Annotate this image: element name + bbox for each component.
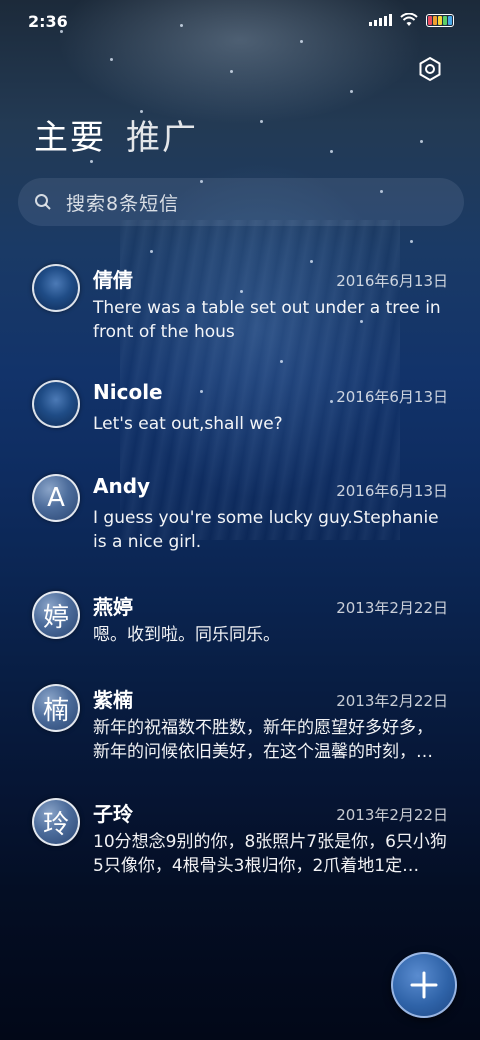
system-icons: [369, 13, 454, 27]
conversation-item[interactable]: A Andy 2016年6月13日 I guess you're some lu…: [0, 462, 480, 572]
tab-primary[interactable]: 主要: [34, 110, 106, 159]
contact-name: 子玲: [93, 802, 133, 826]
contact-name: Nicole: [93, 380, 163, 404]
contact-name: Andy: [93, 474, 151, 498]
avatar: 楠: [32, 684, 80, 732]
contact-name: 倩倩: [93, 268, 133, 292]
avatar: A: [32, 474, 80, 522]
plus-icon: [410, 971, 438, 999]
message-snippet: 新年的祝福数不胜数，新年的愿望好多好多，新年的问候依旧美好，在这个温馨的时刻，…: [93, 718, 433, 762]
conversation-item[interactable]: 楠 紫楠 2013年2月22日 新年的祝福数不胜数，新年的愿望好多好多，新年的问…: [0, 672, 480, 782]
signal-icon: [369, 14, 392, 26]
tab-promotions[interactable]: 推广: [126, 110, 198, 159]
message-date: 2013年2月22日: [336, 692, 448, 710]
avatar: [32, 380, 80, 428]
message-snippet: 10分想念9别的你，8张照片7张是你，6只小狗5只像你，4根骨头3根归你，2爪着…: [93, 832, 447, 876]
message-date: 2016年6月13日: [336, 272, 448, 290]
search-icon: [35, 194, 51, 210]
status-time: 2:36: [28, 12, 68, 31]
conversation-item[interactable]: 玲 子玲 2013年2月22日 10分想念9别的你，8张照片7张是你，6只小狗5…: [0, 786, 480, 896]
conversation-item[interactable]: 倩倩 2016年6月13日 There was a table set out …: [0, 252, 480, 362]
search-input[interactable]: 搜索8条短信: [66, 189, 426, 216]
message-snippet: There was a table set out under a tree i…: [93, 298, 441, 342]
contact-name: 燕婷: [93, 595, 133, 619]
avatar: [32, 264, 80, 312]
message-snippet: Let's eat out,shall we?: [93, 414, 283, 434]
search-bar[interactable]: 搜索8条短信: [18, 178, 464, 226]
battery-segment: [443, 15, 447, 25]
battery-segment: [433, 15, 437, 25]
tab-bar: 主要 推广: [34, 110, 198, 159]
battery-segment: [438, 15, 442, 25]
message-date: 2013年2月22日: [336, 806, 448, 824]
avatar: 玲: [32, 798, 80, 846]
contact-name: 紫楠: [93, 688, 133, 712]
status-bar: 2:36: [0, 0, 480, 40]
message-snippet: 嗯。收到啦。同乐同乐。: [93, 625, 280, 645]
message-date: 2016年6月13日: [336, 482, 448, 500]
avatar: 婷: [32, 591, 80, 639]
settings-icon: [419, 56, 441, 82]
message-date: 2013年2月22日: [336, 599, 448, 617]
message-snippet: I guess you're some lucky guy.Stephanie …: [93, 508, 439, 552]
battery-icon: [426, 13, 454, 27]
message-date: 2016年6月13日: [336, 388, 448, 406]
battery-segment: [428, 15, 432, 25]
new-message-button[interactable]: [391, 952, 457, 1018]
settings-button[interactable]: [416, 55, 444, 83]
wifi-icon: [400, 13, 418, 26]
battery-segment: [448, 15, 452, 25]
